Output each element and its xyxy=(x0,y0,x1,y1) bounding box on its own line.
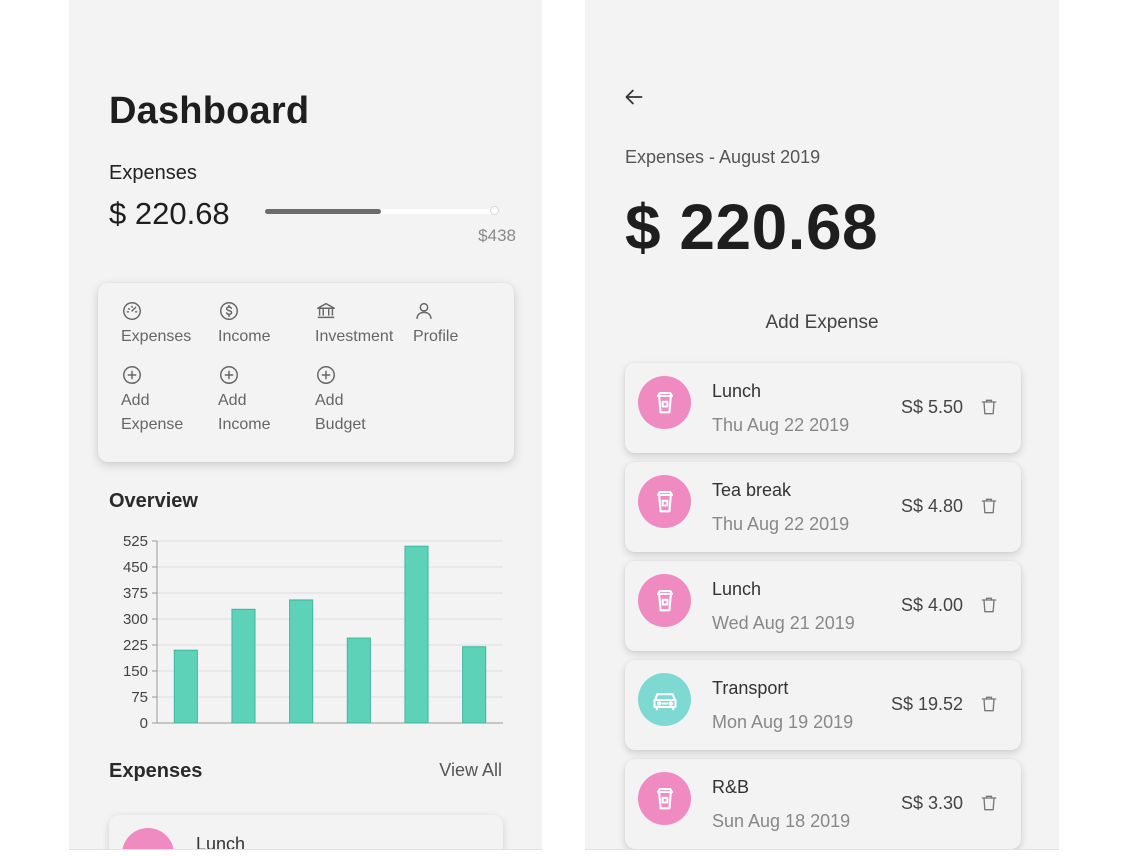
overview-bar-chart: 0 75 150 225 300 375 450 525 xyxy=(123,533,503,730)
expense-date: Thu Aug 22 2019 xyxy=(712,415,850,435)
expense-date: Wed Aug 21 2019 xyxy=(712,613,855,633)
y-tick-label: 0 xyxy=(140,715,148,730)
expense-amount: S$ 5.50 xyxy=(900,397,963,417)
y-tick-label: 75 xyxy=(131,689,148,706)
expense-date: Thu Aug 22 2019 xyxy=(712,514,850,534)
cup-icon xyxy=(638,772,691,825)
expense-title: Lunch xyxy=(712,579,762,599)
plus-circle-icon xyxy=(123,366,141,384)
divider xyxy=(585,849,1059,850)
page-title: Dashboard xyxy=(109,90,310,132)
y-tick-label: 150 xyxy=(123,663,148,680)
chart-bar xyxy=(462,646,487,724)
y-tick-label: 300 xyxy=(123,611,148,628)
quick-actions-card: Expenses Income Investment Profile Add E… xyxy=(98,283,514,462)
back-arrow-icon[interactable] xyxy=(621,84,647,110)
expense-title: Transport xyxy=(712,678,789,698)
total-amount: $ 220.68 xyxy=(625,191,879,263)
bank-icon xyxy=(317,302,335,319)
add-expense-button[interactable]: Add Expense xyxy=(585,312,1059,334)
menu-label: Add Income xyxy=(218,392,271,433)
menu-item-add-income[interactable]: Add Income xyxy=(218,364,308,437)
overview-title: Overview xyxy=(109,490,198,512)
expenses-section-title: Expenses xyxy=(109,760,203,782)
expense-title: R&B xyxy=(712,777,750,797)
plus-circle-icon xyxy=(317,366,335,384)
menu-label: Investment xyxy=(315,328,394,345)
cup-icon xyxy=(122,828,174,850)
trash-icon[interactable] xyxy=(979,694,999,714)
menu-label: Add Budget xyxy=(315,392,366,433)
expense-amount: S$ 4.80 xyxy=(900,496,963,516)
menu-label: Expenses xyxy=(121,328,192,345)
budget-progress-bar xyxy=(265,206,499,215)
trash-icon[interactable] xyxy=(979,397,999,417)
expense-card[interactable]: Lunch Thu Aug 22 2019 S$ 5.50 xyxy=(625,363,1021,453)
budget-progress-fill xyxy=(265,209,381,214)
expense-card[interactable]: Transport Mon Aug 19 2019 S$ 19.52 xyxy=(625,660,1021,750)
menu-label: Profile xyxy=(413,328,459,345)
expense-card[interactable]: Tea break Thu Aug 22 2019 S$ 4.80 xyxy=(625,462,1021,552)
expense-date: Mon Aug 19 2019 xyxy=(712,712,854,732)
expense-amount: S$ 4.00 xyxy=(900,595,963,615)
y-tick-label: 450 xyxy=(123,559,148,576)
expenses-label: Expenses xyxy=(109,162,197,184)
chart-bar xyxy=(404,545,429,724)
expense-list-item[interactable]: Lunch xyxy=(109,815,503,850)
chart-bar xyxy=(289,599,314,724)
chart-bar xyxy=(231,608,256,724)
y-tick-label: 525 xyxy=(123,533,148,550)
cup-icon xyxy=(638,574,691,627)
view-all-link[interactable]: View All xyxy=(439,760,502,781)
expense-amount: S$ 3.30 xyxy=(900,793,963,813)
plus-circle-icon xyxy=(220,366,238,384)
expense-date: Sun Aug 18 2019 xyxy=(712,811,851,831)
expenses-amount: $ 220.68 xyxy=(109,196,230,231)
cup-icon xyxy=(638,475,691,528)
menu-item-add-budget[interactable]: Add Budget xyxy=(315,364,405,437)
y-tick-label: 375 xyxy=(123,585,148,602)
cup-icon xyxy=(638,376,691,429)
trash-icon[interactable] xyxy=(979,595,999,615)
menu-item-profile[interactable]: Profile xyxy=(413,300,503,349)
menu-item-add-expense[interactable]: Add Expense xyxy=(121,364,211,437)
menu-item-income[interactable]: Income xyxy=(218,300,308,349)
y-tick-label: 225 xyxy=(123,637,148,654)
person-icon xyxy=(416,302,432,320)
budget-amount: $438 xyxy=(478,226,516,245)
trash-icon[interactable] xyxy=(979,496,999,516)
expense-card[interactable]: Lunch Wed Aug 21 2019 S$ 4.00 xyxy=(625,561,1021,651)
expenses-detail-screen: Expenses - August 2019 $ 220.68 Add Expe… xyxy=(585,0,1059,850)
expense-title: Tea break xyxy=(712,480,792,500)
expense-title: Lunch xyxy=(712,381,762,401)
expense-item-title: Lunch xyxy=(196,834,246,850)
menu-item-investment[interactable]: Investment xyxy=(315,300,405,349)
expense-card[interactable]: R&B Sun Aug 18 2019 S$ 3.30 xyxy=(625,759,1021,849)
car-icon xyxy=(638,673,691,726)
menu-label: Income xyxy=(218,328,271,345)
speedometer-icon xyxy=(123,302,141,320)
progress-end-marker xyxy=(490,206,499,215)
chart-bar xyxy=(173,649,198,724)
month-label: Expenses - August 2019 xyxy=(625,147,821,167)
dashboard-screen: Dashboard Expenses $ 220.68 $438 Expense… xyxy=(69,0,542,850)
expense-amount: S$ 19.52 xyxy=(890,694,963,714)
chart-bar xyxy=(346,637,371,724)
menu-item-expenses[interactable]: Expenses xyxy=(121,300,211,349)
trash-icon[interactable] xyxy=(979,793,999,813)
dollar-circle-icon xyxy=(220,302,238,320)
menu-label: Add Expense xyxy=(121,392,184,433)
divider xyxy=(69,849,542,850)
